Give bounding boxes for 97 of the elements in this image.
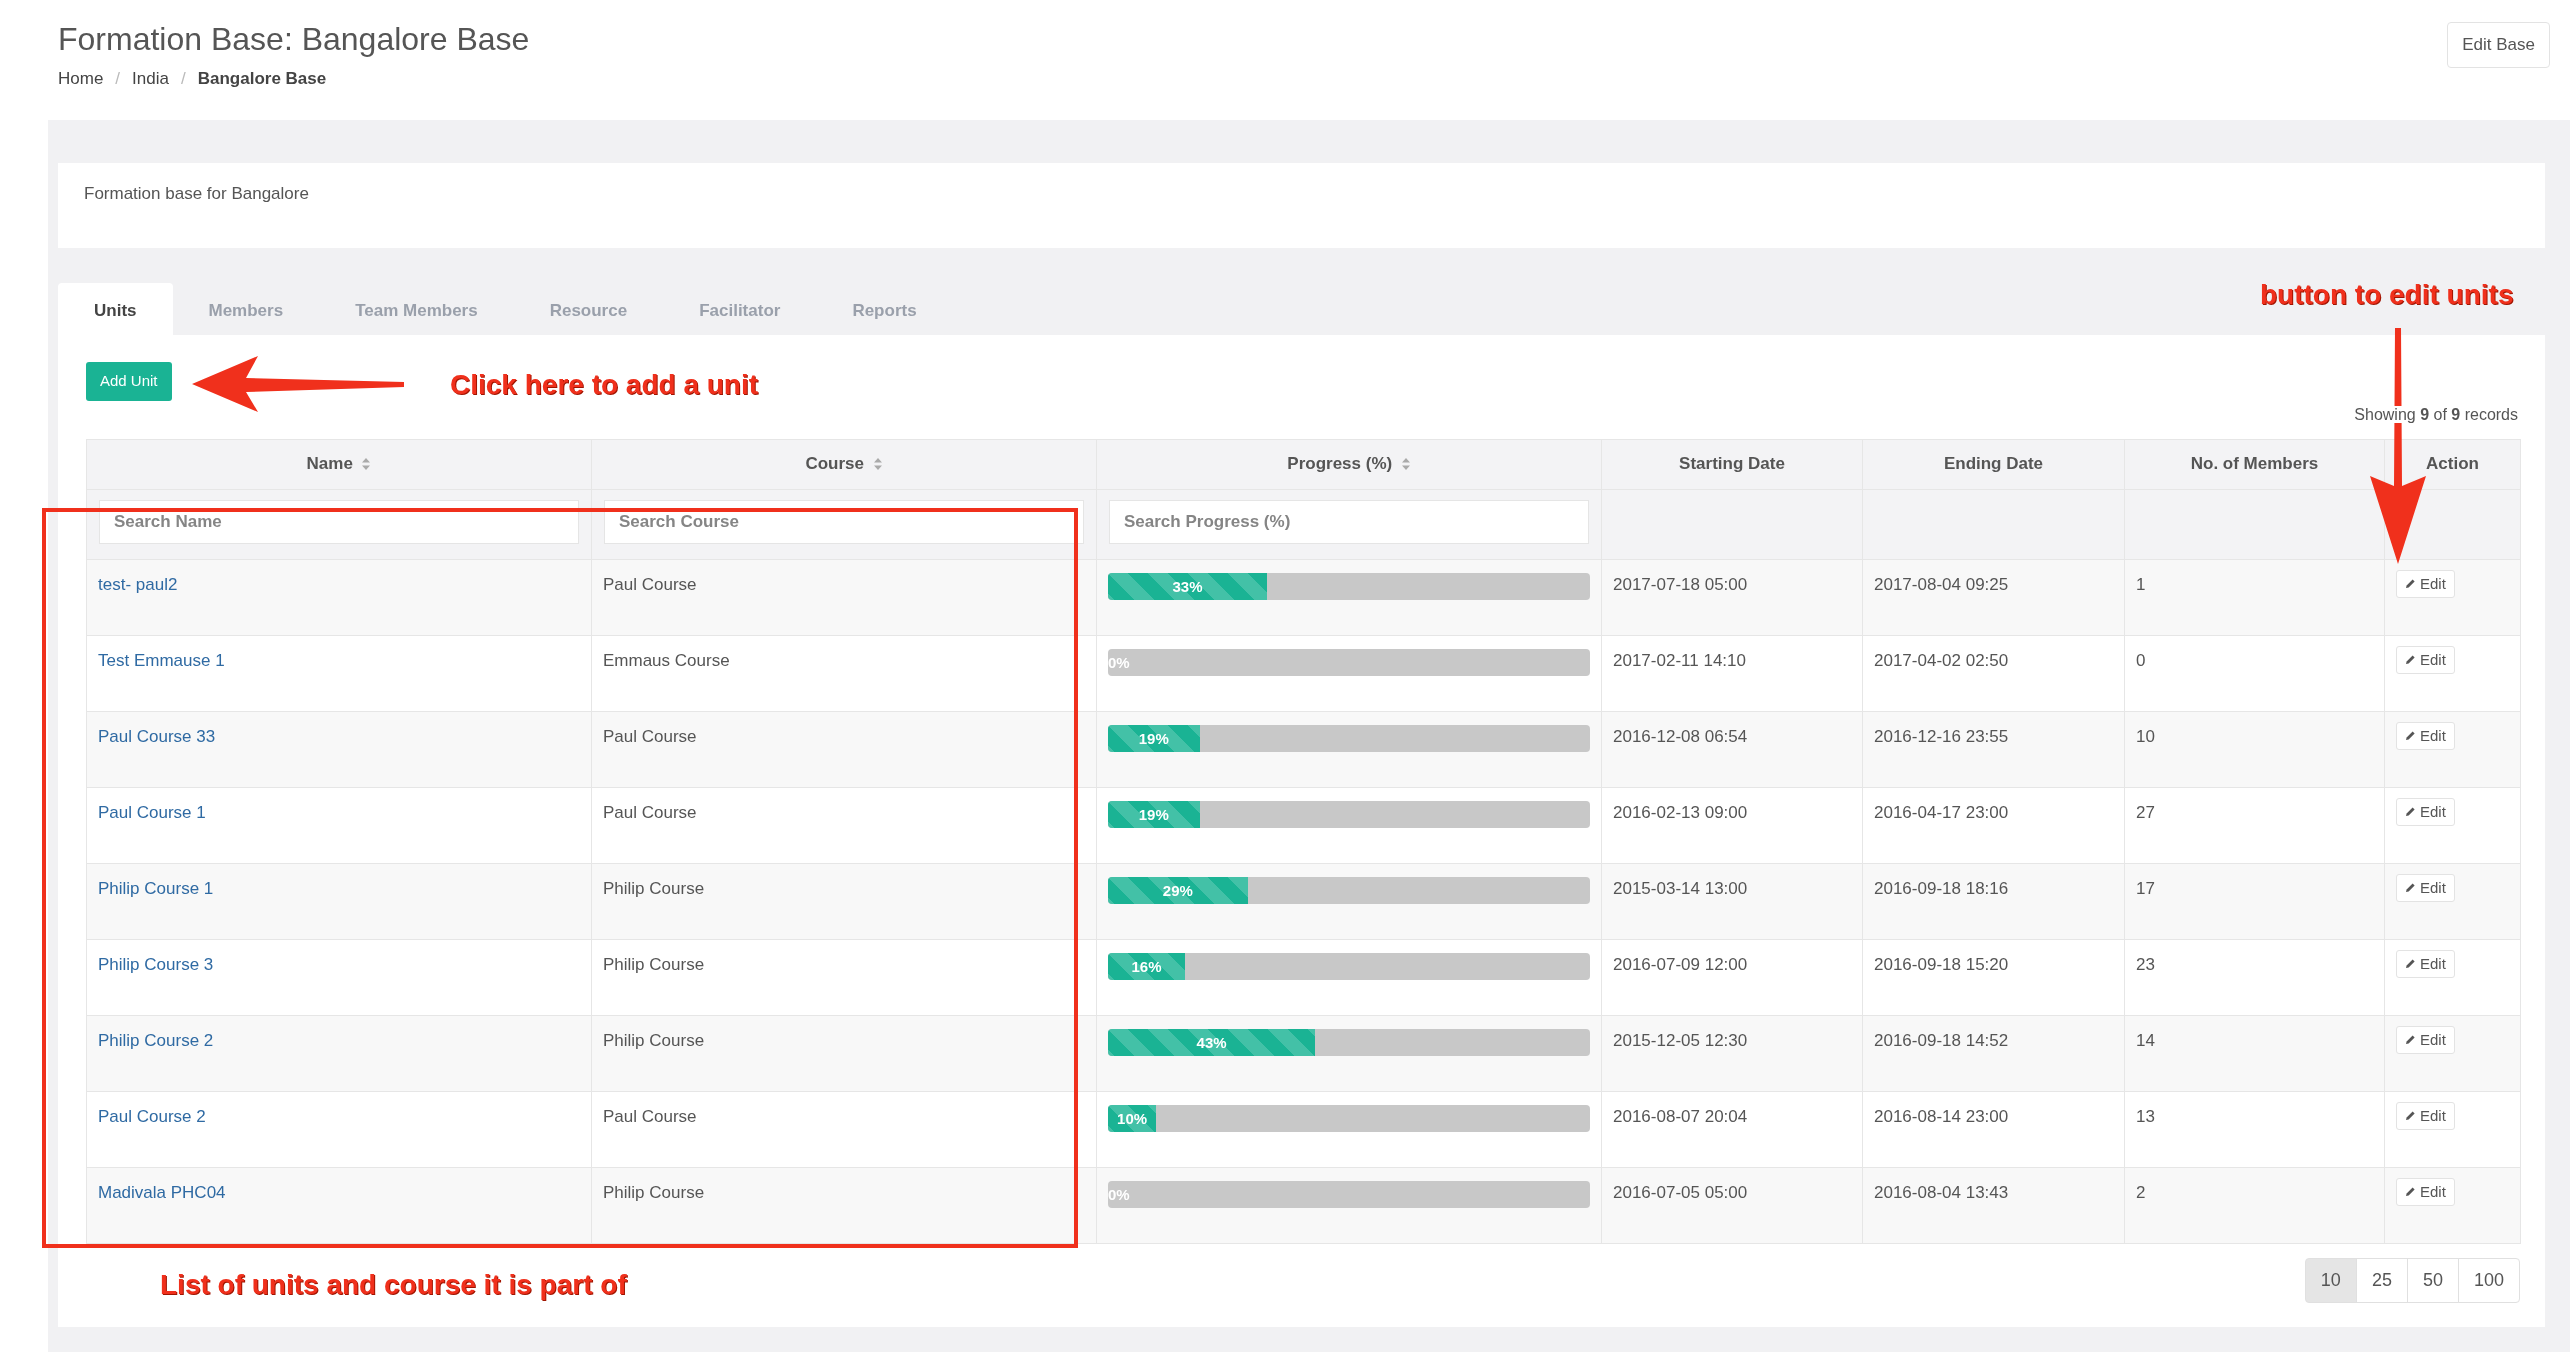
pencil-icon xyxy=(2405,578,2416,590)
sortable-column-header[interactable]: Progress (%) xyxy=(1287,451,1393,477)
table-cell: Philip Course xyxy=(603,1182,705,1202)
edit-button[interactable]: Edit xyxy=(2396,1177,2455,1206)
unit-link[interactable]: Philip Course 2 xyxy=(98,1030,214,1050)
page-size-button[interactable]: 25 xyxy=(2355,1257,2408,1303)
table-cell: 2015-12-05 12:30 xyxy=(1613,1030,1748,1050)
unit-link[interactable]: Paul Course 1 xyxy=(98,802,206,822)
breadcrumb-link[interactable]: India xyxy=(132,66,169,92)
unit-link[interactable]: Madivala PHC04 xyxy=(98,1182,226,1202)
table-cell: 2016-08-04 13:43 xyxy=(1874,1182,2009,1202)
progress-reading: 10% xyxy=(1117,1108,1148,1129)
pencil-icon xyxy=(2405,1110,2416,1122)
table-cell: 2016-09-18 15:20 xyxy=(1874,954,2009,974)
search-field[interactable]: Search Name xyxy=(99,499,579,544)
search-field[interactable]: Search Course xyxy=(604,499,1084,544)
pencil-icon xyxy=(2405,654,2416,666)
progress-reading: 19% xyxy=(1138,804,1169,825)
column-header: Starting Date xyxy=(1679,453,1785,476)
table-cell: 2016-02-13 09:00 xyxy=(1613,802,1748,822)
table-cell: 2016-09-18 14:52 xyxy=(1874,1030,2009,1050)
table-cell: 2016-04-17 23:00 xyxy=(1874,802,2009,822)
pencil-icon xyxy=(2405,958,2416,970)
page-size-button[interactable]: 50 xyxy=(2406,1257,2459,1303)
unit-link[interactable]: Paul Course 2 xyxy=(98,1106,206,1126)
edit-button[interactable]: Edit xyxy=(2396,721,2455,750)
table-cell: Paul Course xyxy=(603,574,697,594)
sortable-column-header[interactable]: Name xyxy=(306,451,353,477)
page-title: Formation Base: Bangalore Base xyxy=(58,20,530,59)
edit-button[interactable]: Edit xyxy=(2396,797,2455,826)
table-cell: 2016-12-16 23:55 xyxy=(1874,726,2009,746)
search-field[interactable]: Search Progress (%) xyxy=(1109,499,1589,544)
table-cell: 23 xyxy=(2136,954,2155,974)
records-info: Showing 9 of 9 records xyxy=(2352,405,2520,423)
pencil-icon xyxy=(2405,1186,2416,1198)
table-cell: Paul Course xyxy=(603,726,697,746)
breadcrumb-current: Bangalore Base xyxy=(197,68,327,91)
column-header: Ending Date xyxy=(1943,453,2044,476)
table-cell: 2016-07-05 05:00 xyxy=(1613,1182,1748,1202)
table-cell: 2017-07-18 05:00 xyxy=(1613,574,1748,594)
table-cell: 2016-07-09 12:00 xyxy=(1613,954,1748,974)
table-cell: 1 xyxy=(2136,574,2146,594)
table-cell: Philip Course xyxy=(603,878,705,898)
table-cell: 2015-03-14 13:00 xyxy=(1613,878,1748,898)
table-cell: 10 xyxy=(2136,726,2155,746)
breadcrumb-separator: / xyxy=(115,68,121,91)
table-cell: Paul Course xyxy=(603,802,697,822)
progress-reading: 33% xyxy=(1172,576,1203,597)
table-cell: 2016-08-07 20:04 xyxy=(1613,1106,1748,1126)
page-size-button[interactable]: 10 xyxy=(2304,1257,2357,1303)
unit-link[interactable]: Test Emmause 1 xyxy=(98,650,225,670)
table-cell: 14 xyxy=(2136,1030,2155,1050)
pencil-icon xyxy=(2405,882,2416,894)
breadcrumb-separator: / xyxy=(180,68,186,91)
table-cell: Paul Course xyxy=(603,1106,697,1126)
annotation-text: button to edit units xyxy=(2260,278,2514,312)
unit-link[interactable]: Paul Course 33 xyxy=(98,726,216,746)
table-cell: 2 xyxy=(2136,1182,2146,1202)
progress-reading: 19% xyxy=(1138,728,1169,749)
unit-link[interactable]: Philip Course 3 xyxy=(98,954,214,974)
table-cell: 2017-08-04 09:25 xyxy=(1874,574,2009,594)
edit-button[interactable]: Edit xyxy=(2396,645,2455,674)
edit-button[interactable]: Edit xyxy=(2396,949,2455,978)
edit-button[interactable]: Edit xyxy=(2396,873,2455,902)
edit-button[interactable]: Edit xyxy=(2396,569,2455,598)
table-cell: Philip Course xyxy=(603,954,705,974)
table-cell: Philip Course xyxy=(603,1030,705,1050)
unit-link[interactable]: Philip Course 1 xyxy=(98,878,214,898)
table-cell: 0 xyxy=(2136,650,2146,670)
table-cell: 17 xyxy=(2136,878,2155,898)
progress-reading: 43% xyxy=(1196,1032,1227,1053)
edit-button[interactable]: Edit xyxy=(2396,1025,2455,1054)
edit-button[interactable]: Edit xyxy=(2396,1101,2455,1130)
progress-reading: 16% xyxy=(1131,956,1162,977)
table-cell: 2017-04-02 02:50 xyxy=(1874,650,2009,670)
annotation-text: List of units and course it is part of xyxy=(160,1268,627,1302)
pencil-icon xyxy=(2405,806,2416,818)
annotation-text: Click here to add a unit xyxy=(450,368,759,402)
table-cell: 2016-09-18 18:16 xyxy=(1874,878,2009,898)
table-cell: 2017-02-11 14:10 xyxy=(1613,650,1746,670)
table-cell: 13 xyxy=(2136,1106,2155,1126)
pencil-icon xyxy=(2405,730,2416,742)
progress-reading: 29% xyxy=(1162,880,1193,901)
edit-base-button[interactable]: Edit Base xyxy=(2447,22,2550,68)
breadcrumb-link[interactable]: Home xyxy=(58,66,104,92)
description-text: Formation base for Bangalore xyxy=(58,163,2545,248)
table-cell: 2016-12-08 06:54 xyxy=(1613,726,1748,746)
table-cell: Emmaus Course xyxy=(603,650,730,670)
pencil-icon xyxy=(2405,1034,2416,1046)
page-size-button[interactable]: 100 xyxy=(2457,1257,2520,1303)
table-cell: 2016-08-14 23:00 xyxy=(1874,1106,2009,1126)
sortable-column-header[interactable]: Course xyxy=(805,451,865,477)
table-cell: 27 xyxy=(2136,802,2155,822)
column-header: Action xyxy=(2426,453,2479,476)
column-header: No. of Members xyxy=(2190,453,2319,476)
unit-link[interactable]: test- paul2 xyxy=(98,574,178,594)
tab[interactable]: Units xyxy=(58,283,173,335)
